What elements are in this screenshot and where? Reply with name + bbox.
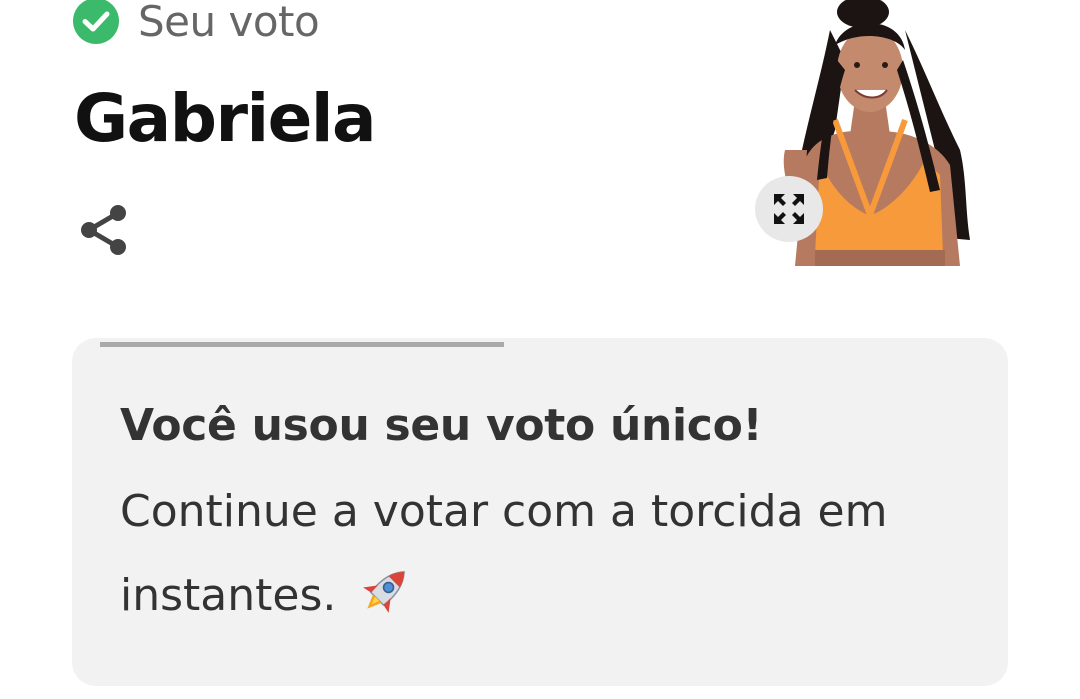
candidate-name: Gabriela [74, 80, 377, 157]
share-icon [81, 205, 126, 255]
progress-track [100, 342, 960, 347]
rocket-icon [363, 571, 406, 613]
vote-confirmation-card: Você usou seu voto único! Continue a vot… [72, 338, 1008, 686]
expand-photo-button[interactable] [755, 176, 823, 242]
card-body-text: Continue a votar com a torcida em instan… [120, 486, 888, 621]
check-circle-icon [73, 0, 119, 44]
progress-bar [100, 342, 505, 347]
vote-status: Seu voto [72, 0, 320, 46]
expand-icon [774, 194, 804, 224]
vote-status-label: Seu voto [138, 0, 320, 46]
card-body: Continue a votar com a torcida em instan… [120, 470, 940, 638]
share-button[interactable] [76, 200, 132, 260]
card-title: Você usou seu voto único! [120, 400, 763, 451]
